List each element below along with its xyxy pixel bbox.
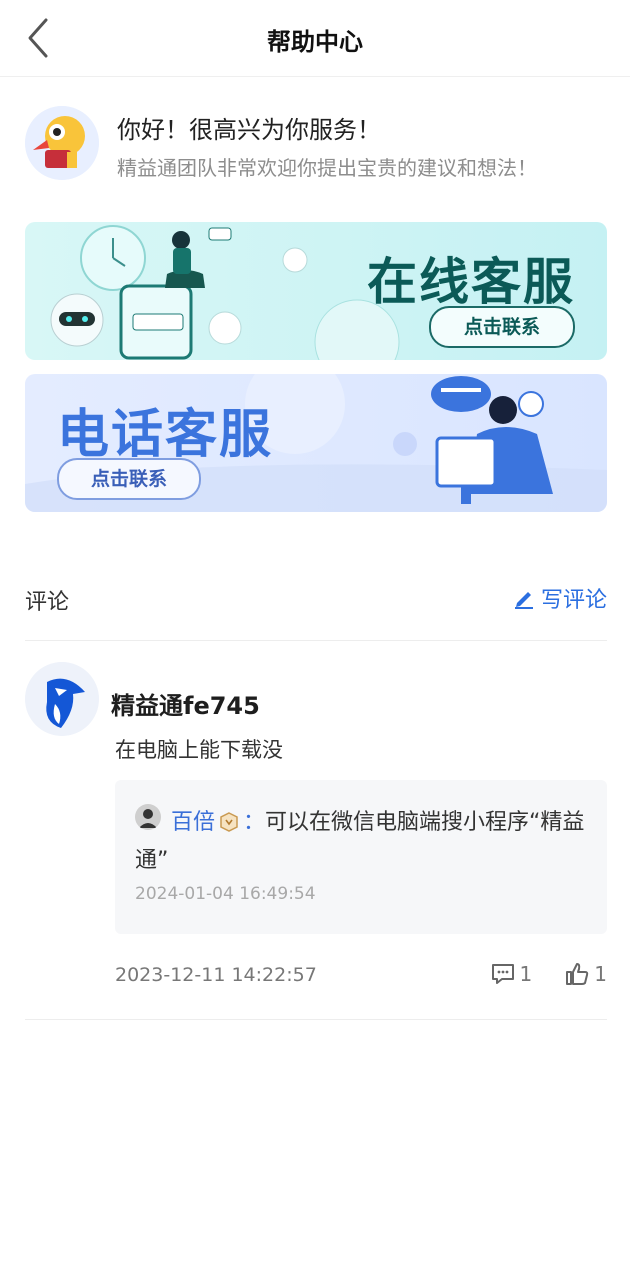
online-contact-button[interactable]: 点击联系 xyxy=(429,306,575,348)
comments-title: 评论 xyxy=(25,590,70,615)
reply-count: 1 xyxy=(519,962,533,986)
write-comment-label: 写评论 xyxy=(540,588,607,613)
online-service-title: 在线客服 xyxy=(367,253,575,311)
edit-pencil-icon xyxy=(514,592,533,609)
top-bar: 帮助中心 xyxy=(0,0,630,77)
page-title: 帮助中心 xyxy=(267,28,363,56)
reply-count-button[interactable]: 1 xyxy=(490,962,533,986)
greeting-title: 你好！很高兴为你服务！ xyxy=(117,116,381,144)
comment-author: 精益通fe745 xyxy=(111,692,260,720)
reply-colon: ： xyxy=(243,810,266,835)
write-comment-button[interactable]: 写评论 xyxy=(513,582,607,614)
bird-logo-avatar xyxy=(25,662,99,736)
comment-item: 精益通fe745 在电脑上能下载没 百倍 ：可以在微信电脑端搜小程序“精益通” 2… xyxy=(25,662,607,1020)
phone-service-banner[interactable]: 电话客服 点击联系 xyxy=(25,374,607,512)
comment-text: 在电脑上能下载没 xyxy=(115,738,283,762)
reply-box: 百倍 ：可以在微信电脑端搜小程序“精益通” 2024-01-04 16:49:54 xyxy=(115,780,607,934)
phone-service-title: 电话客服 xyxy=(57,405,274,465)
reply-line: 百倍 ：可以在微信电脑端搜小程序“精益通” xyxy=(135,804,595,880)
reply-author[interactable]: 百倍 xyxy=(171,810,215,835)
comment-time: 2023-12-11 14:22:57 xyxy=(115,964,317,986)
online-service-banner[interactable]: 在线客服 点击联系 xyxy=(25,222,607,360)
like-button[interactable]: 1 xyxy=(564,962,607,986)
comments-header: 评论 写评论 xyxy=(25,580,607,641)
mascot-avatar xyxy=(25,106,99,180)
phone-contact-button[interactable]: 点击联系 xyxy=(57,458,201,500)
greeting-subtitle: 精益通团队非常欢迎你提出宝贵的建议和想法！ xyxy=(117,156,537,180)
badge-icon xyxy=(220,812,238,832)
comment-icon xyxy=(491,964,514,984)
like-count: 1 xyxy=(594,962,607,986)
reply-time: 2024-01-04 16:49:54 xyxy=(135,884,316,904)
greeting-card: 你好！很高兴为你服务！ 精益通团队非常欢迎你提出宝贵的建议和想法！ xyxy=(25,106,605,186)
comment-stats: 1 1 xyxy=(490,962,607,986)
like-icon xyxy=(566,963,589,985)
